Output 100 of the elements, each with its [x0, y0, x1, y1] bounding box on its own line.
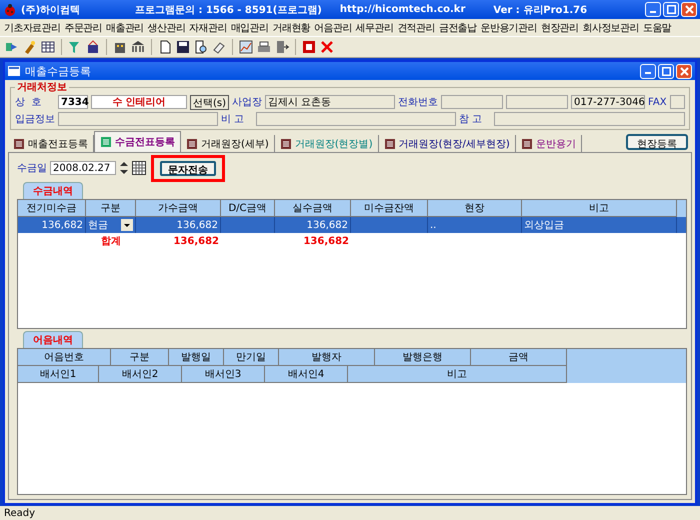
- group-legend: 거래처정보: [15, 80, 69, 94]
- field-label: 사업장: [232, 96, 262, 109]
- column-header: 비고: [348, 366, 567, 383]
- menu-item[interactable]: 도움말: [640, 20, 674, 34]
- column-header: 금액: [471, 349, 567, 366]
- menu-item[interactable]: 어음관리: [312, 20, 354, 34]
- phone-field[interactable]: [506, 95, 568, 109]
- maximize-button[interactable]: [658, 64, 674, 78]
- maximize-button[interactable]: [663, 2, 679, 17]
- stop-icon[interactable]: [301, 39, 317, 55]
- menu-item[interactable]: 생산관리: [146, 20, 188, 34]
- column-header: 발행일: [169, 349, 224, 366]
- code-field[interactable]: 7334: [58, 95, 88, 109]
- column-header: 현장: [428, 200, 522, 217]
- printer-icon[interactable]: [256, 39, 272, 55]
- mobile-field[interactable]: 017-277-3046: [571, 95, 646, 109]
- bank-icon[interactable]: [130, 39, 146, 55]
- menu-item[interactable]: 기초자료관리: [2, 20, 62, 34]
- tab-icon: [186, 138, 198, 150]
- maximize-icon: [662, 66, 670, 76]
- column-header: 발행자: [279, 349, 375, 366]
- table-cell: 136,682: [275, 217, 351, 233]
- menu-item[interactable]: 운반용기관리: [478, 20, 539, 34]
- tab-icon: [13, 138, 25, 150]
- column-header: 배서인1: [18, 366, 99, 383]
- menu-item[interactable]: 거래현황: [270, 20, 312, 34]
- calendar-icon[interactable]: [132, 161, 146, 175]
- save-icon[interactable]: [175, 39, 191, 55]
- fax-field[interactable]: [670, 95, 685, 109]
- chart-icon[interactable]: [238, 39, 254, 55]
- table-cell: ..: [428, 217, 522, 233]
- spinner-icon[interactable]: [119, 160, 129, 176]
- window-title: 매출수금등록: [25, 64, 91, 78]
- ladybug-icon: [3, 2, 17, 16]
- table-row[interactable]: 136,682 현금 136,682 136,682 .. 외상입금: [18, 217, 686, 233]
- column-header: 비고: [522, 200, 677, 217]
- tab-icon: [384, 138, 396, 150]
- grid-icon[interactable]: [40, 39, 56, 55]
- column-header: 구분: [111, 349, 169, 366]
- field-label: 전화번호: [398, 96, 438, 109]
- table-cell: 136,682: [18, 217, 86, 233]
- menu-item[interactable]: 현장관리: [538, 20, 581, 34]
- menu-item[interactable]: 주문관리: [62, 20, 104, 34]
- brush-icon[interactable]: [22, 39, 38, 55]
- site-register-button[interactable]: 현장등록: [626, 134, 688, 150]
- deposit-field[interactable]: [58, 112, 218, 126]
- total-amount: 136,682: [173, 236, 219, 246]
- column-header: 만기일: [224, 349, 279, 366]
- door-icon[interactable]: [274, 39, 290, 55]
- tab[interactable]: 수금전표등록: [94, 131, 181, 152]
- menu-item[interactable]: 금전출납: [436, 20, 478, 34]
- menu-item[interactable]: 자재관리: [187, 20, 229, 34]
- table-cell: 136,682: [136, 217, 221, 233]
- table-cell: 외상입금: [522, 217, 677, 233]
- phone-field[interactable]: [441, 95, 504, 109]
- column-header: 구분: [86, 200, 136, 217]
- memo-field[interactable]: [256, 112, 456, 126]
- field-label: 비 고: [221, 113, 246, 126]
- column-header: 배서인2: [99, 366, 182, 383]
- contact-text: 프로그램문의 : 1566 - 8591(프로그램): [135, 4, 322, 16]
- column-header: 발행은행: [375, 349, 471, 366]
- note-field[interactable]: [494, 112, 685, 126]
- menu-item[interactable]: 견적관리: [395, 20, 437, 34]
- field-label: 수금일: [17, 162, 47, 175]
- app-title: (주)하이컴텍: [21, 4, 82, 16]
- name-field[interactable]: 수 인테리어: [91, 95, 187, 109]
- tab-icon: [280, 138, 292, 150]
- url-text: http://hicomtech.co.kr: [340, 4, 466, 15]
- minimize-button[interactable]: [640, 64, 656, 78]
- column-header: 미수금잔액: [351, 200, 428, 217]
- close-icon[interactable]: [319, 39, 335, 55]
- header-background: [677, 200, 686, 217]
- preview-icon[interactable]: [193, 39, 209, 55]
- menu-item[interactable]: 세무관리: [354, 20, 396, 34]
- tab-icon: [520, 138, 533, 150]
- menu-item[interactable]: 회사정보관리: [580, 20, 641, 34]
- column-header: 전기미수금: [18, 200, 86, 217]
- close-icon: [684, 5, 694, 14]
- version-text: Ver : 유리Pro1.76: [493, 4, 588, 16]
- minimize-button[interactable]: [645, 2, 661, 17]
- business-field[interactable]: 김제시 요촌동: [265, 95, 396, 109]
- column-header: 어음번호: [18, 349, 111, 366]
- menu-item[interactable]: 매입관리: [228, 20, 270, 34]
- menu-item[interactable]: 매출관리: [104, 20, 146, 34]
- dropdown-icon[interactable]: [121, 219, 133, 231]
- close-button[interactable]: [676, 64, 692, 78]
- field-label: 상 호: [15, 96, 42, 109]
- basket-icon[interactable]: [85, 39, 101, 55]
- select-button[interactable]: 선택(s): [190, 94, 230, 110]
- sms-button[interactable]: 문자전송: [160, 160, 216, 176]
- close-icon: [680, 66, 688, 76]
- date-field[interactable]: 2008.02.27: [50, 161, 116, 175]
- field-label: 참 고: [459, 113, 484, 126]
- field-label: FAX: [648, 96, 667, 108]
- close-button[interactable]: [681, 2, 697, 17]
- dropdown-field[interactable]: 현금: [86, 217, 136, 233]
- status-text: Ready: [4, 508, 36, 518]
- column-header: 실수금액: [275, 200, 351, 217]
- column-header: 가수금액: [136, 200, 221, 217]
- total-label: 합계: [101, 235, 121, 248]
